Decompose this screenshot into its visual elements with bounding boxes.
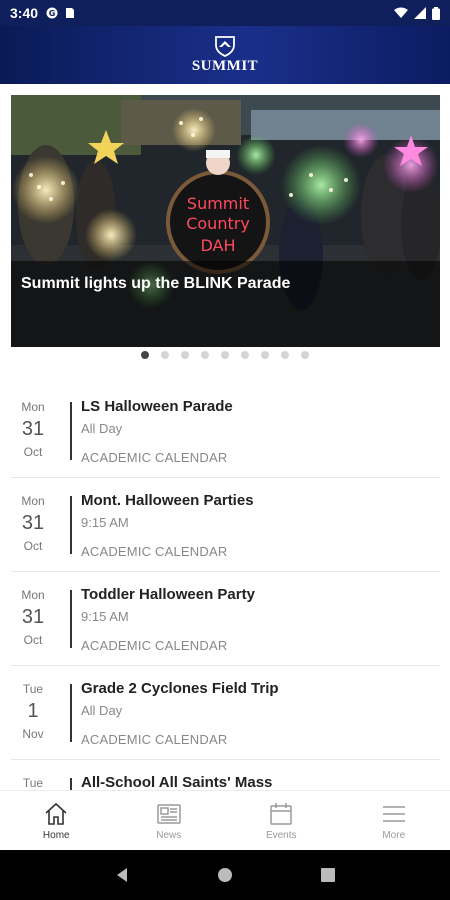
event-title: LS Halloween Parade [81, 398, 233, 415]
event-calendar: ACADEMIC CALENDAR [81, 732, 228, 747]
event-date: Mon 31 Oct [11, 494, 55, 553]
event-row[interactable]: Mon 31 Oct Toddler Halloween Party 9:15 … [11, 572, 440, 666]
event-date: Mon 31 Oct [11, 588, 55, 647]
nav-events[interactable]: Events [225, 791, 338, 850]
carousel-dot[interactable] [161, 351, 169, 359]
event-weekday: Tue [22, 776, 44, 790]
event-day: 1 [27, 700, 39, 722]
event-calendar: ACADEMIC CALENDAR [81, 544, 228, 559]
carousel-dot[interactable] [181, 351, 189, 359]
carousel-dot[interactable] [301, 351, 309, 359]
svg-text:G: G [49, 9, 56, 18]
event-month: Oct [23, 633, 43, 647]
calendar-icon [270, 802, 292, 825]
event-date: Tue [11, 776, 55, 790]
event-weekday: Tue [22, 682, 44, 696]
carousel-dot[interactable] [241, 351, 249, 359]
shield-logo-icon [215, 36, 235, 57]
event-row[interactable]: Mon 31 Oct Mont. Halloween Parties 9:15 … [11, 478, 440, 572]
status-time: 3:40 [10, 5, 39, 21]
event-time: 9:15 AM [81, 515, 129, 530]
event-date: Mon 31 Oct [11, 400, 55, 459]
nav-home[interactable]: Home [0, 791, 113, 850]
event-weekday: Mon [21, 494, 45, 508]
sim-icon [66, 8, 75, 18]
wifi-icon [394, 7, 408, 18]
event-calendar: ACADEMIC CALENDAR [81, 638, 228, 653]
back-icon[interactable] [114, 867, 130, 883]
system-navigation-bar [0, 850, 450, 900]
event-divider [70, 496, 72, 554]
event-weekday: Mon [21, 588, 45, 602]
event-month: Oct [23, 539, 43, 553]
status-bar: 3:40 G [0, 0, 450, 26]
sign-text-2: Country [186, 214, 250, 233]
nav-label: News [156, 829, 182, 841]
nav-more[interactable]: More [338, 791, 450, 850]
home-circle-icon[interactable] [217, 867, 233, 883]
notification-icon: G [46, 7, 58, 19]
hero-title[interactable]: Summit lights up the BLINK Parade [21, 275, 290, 293]
event-time: All Day [81, 421, 123, 436]
home-icon [45, 802, 67, 825]
recents-icon[interactable] [320, 867, 336, 883]
carousel-dot[interactable] [281, 351, 289, 359]
event-day: 31 [21, 418, 45, 440]
event-row[interactable]: Tue 1 Nov Grade 2 Cyclones Field Trip Al… [11, 666, 440, 760]
event-calendar: ACADEMIC CALENDAR [81, 450, 228, 465]
brand-name: SUMMIT [191, 58, 259, 74]
event-divider [70, 684, 72, 742]
event-title: All-School All Saints' Mass [81, 774, 273, 791]
carousel-dot[interactable] [261, 351, 269, 359]
nav-label: Home [42, 829, 70, 841]
event-date: Tue 1 Nov [11, 682, 55, 741]
event-title: Grade 2 Cyclones Field Trip [81, 680, 279, 697]
battery-icon [432, 6, 440, 20]
event-row[interactable]: Mon 31 Oct LS Halloween Parade All Day A… [11, 384, 440, 478]
event-day: 31 [21, 512, 45, 534]
event-month: Nov [22, 727, 44, 741]
event-time: 9:15 AM [81, 609, 129, 624]
nav-news[interactable]: News [113, 791, 226, 850]
signal-icon [414, 7, 426, 19]
events-list: Mon 31 Oct LS Halloween Parade All Day A… [11, 384, 440, 854]
carousel-dot[interactable] [141, 351, 149, 359]
app-header: SUMMIT [0, 26, 450, 84]
event-divider [70, 590, 72, 648]
nav-label: More [382, 829, 406, 841]
event-divider [70, 402, 72, 460]
bottom-navigation: Home News Events More [0, 790, 450, 850]
carousel-dot[interactable] [221, 351, 229, 359]
event-weekday: Mon [21, 400, 45, 414]
event-day: 31 [21, 606, 45, 628]
hero-carousel[interactable]: Summit Country DAH Summit lights up the … [11, 95, 440, 347]
event-month: Oct [23, 445, 43, 459]
event-title: Toddler Halloween Party [81, 586, 255, 603]
event-title: Mont. Halloween Parties [81, 492, 254, 509]
news-icon [157, 803, 181, 824]
sign-text-3: DAH [200, 236, 235, 255]
menu-icon [382, 805, 405, 822]
nav-label: Events [265, 829, 297, 841]
sign-text-1: Summit [187, 194, 249, 213]
event-time: All Day [81, 703, 123, 718]
carousel-dot[interactable] [201, 351, 209, 359]
hero-caption-overlay [11, 261, 440, 347]
carousel-indicators [0, 349, 450, 361]
